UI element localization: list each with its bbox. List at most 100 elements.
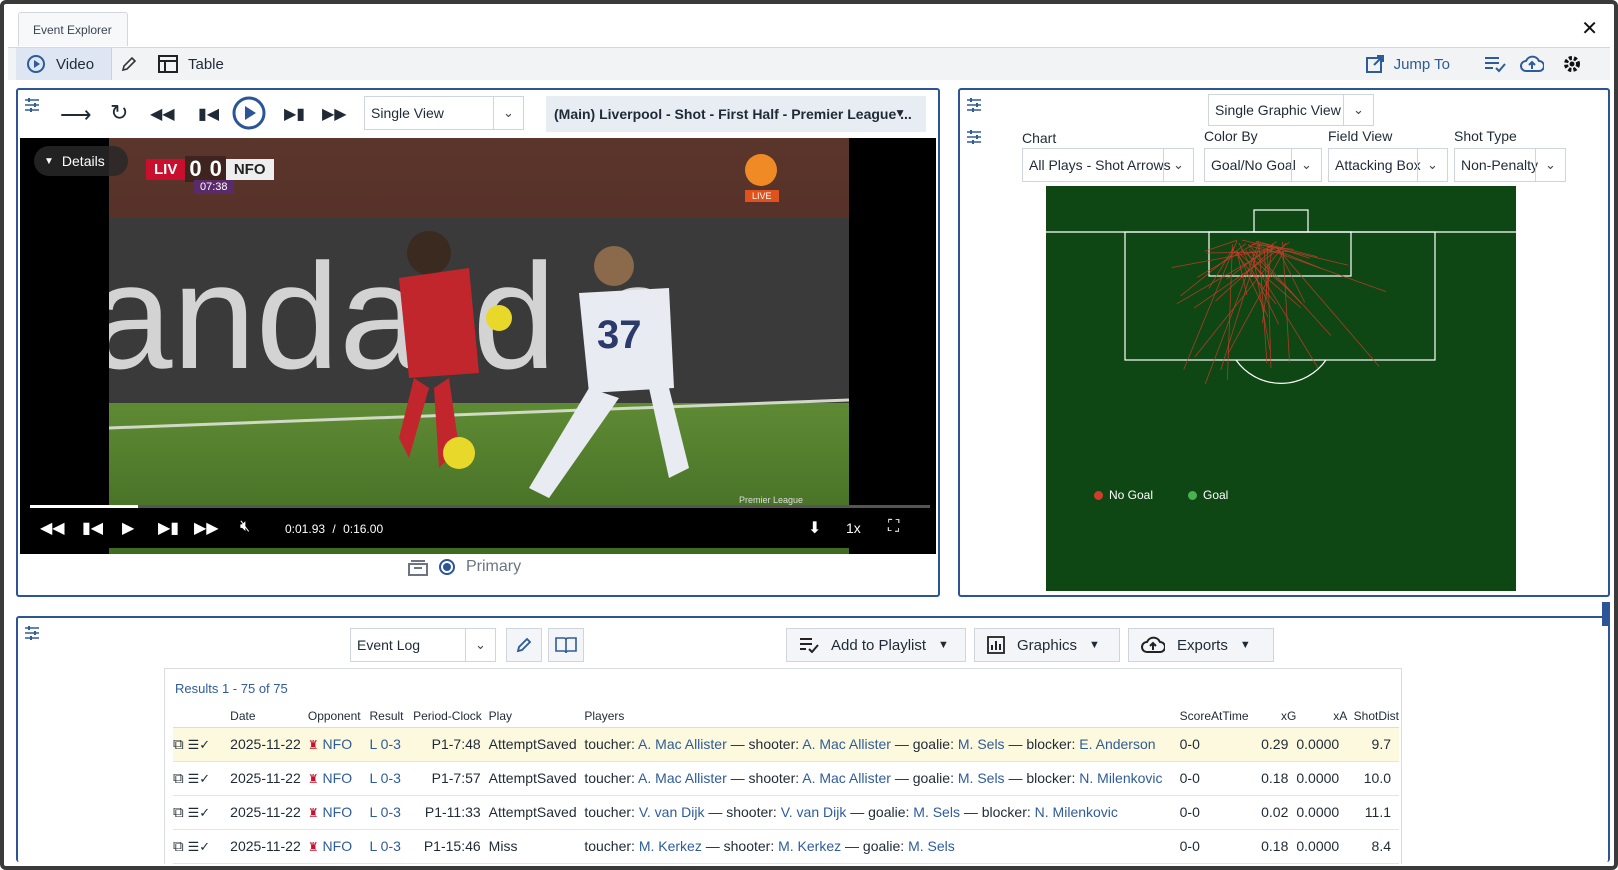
download-icon[interactable]: ⬇ (808, 518, 821, 538)
table-row[interactable]: ⧉ ☰✓ 2025-11-22 ♜ NFO L 0-3 P1-7:48 AttemptSa… (173, 727, 1399, 762)
player-link[interactable]: A. Mac Allister (802, 770, 891, 786)
field-view-select[interactable]: Attacking Box ⌄ (1328, 148, 1448, 182)
edit-button[interactable] (506, 628, 542, 662)
cell-opponent[interactable]: ♜ NFO (307, 795, 370, 830)
legend-no-goal: No Goal (1094, 488, 1153, 502)
play-button[interactable] (232, 96, 266, 133)
player-link[interactable]: A. Mac Allister (802, 736, 891, 752)
col-xa[interactable]: xA (1296, 705, 1348, 728)
fast-forward-icon[interactable]: ▶▶ (194, 518, 219, 538)
col-play[interactable]: Play (488, 705, 585, 728)
filter-sliders-icon[interactable] (24, 626, 40, 643)
player-link[interactable]: M. Kerkez (778, 838, 841, 854)
color-by-select[interactable]: Goal/No Goal ⌄ (1204, 148, 1322, 182)
opponent-link[interactable]: NFO (323, 770, 353, 786)
player-link[interactable]: E. Anderson (1079, 736, 1155, 752)
open-external-icon[interactable]: ⧉ (173, 736, 184, 753)
settings-gear-icon[interactable] (1562, 48, 1582, 80)
col-opponent[interactable]: Opponent (307, 705, 370, 728)
player-link[interactable]: V. van Dijk (781, 804, 847, 820)
window-tab[interactable]: Event Explorer (18, 12, 128, 46)
rewind-icon[interactable]: ◀◀ (40, 518, 65, 538)
table-row[interactable]: ⧉ ☰✓ 2025-11-22 ♜ NFO L 0-3 P1-7:57 AttemptSa… (173, 761, 1399, 796)
player-link[interactable]: M. Sels (958, 770, 1005, 786)
fast-forward-icon[interactable]: ▶▶ (322, 104, 347, 124)
add-to-playlist-button[interactable]: Add to Playlist ▼ (786, 628, 966, 662)
play-icon[interactable]: ▶ (122, 518, 134, 538)
table-tab[interactable]: Table (158, 48, 224, 80)
arrow-right-icon[interactable]: ⟶ (60, 102, 92, 128)
player-link[interactable]: M. Kerkez (639, 838, 702, 854)
player-link[interactable]: V. van Dijk (639, 804, 705, 820)
opponent-link[interactable]: NFO (323, 736, 353, 752)
player-link[interactable]: M. Sels (958, 736, 1005, 752)
opponent-link[interactable]: NFO (323, 804, 353, 820)
cell-result[interactable]: L 0-3 (369, 727, 414, 762)
player-link[interactable]: A. Mac Allister (638, 736, 727, 752)
cell-result[interactable]: L 0-3 (369, 761, 414, 796)
exports-button[interactable]: Exports ▼ (1128, 628, 1274, 662)
clip-title-select[interactable]: (Main) Liverpool - Shot - First Half - P… (546, 96, 926, 132)
cloud-upload-icon[interactable] (1520, 48, 1544, 80)
col-period-clock[interactable]: Period-Clock (413, 705, 489, 728)
details-toggle[interactable]: ▼ Details (34, 146, 128, 176)
next-icon[interactable]: ▶▮ (158, 518, 179, 538)
match-clock: 07:38 (194, 180, 234, 194)
close-icon[interactable]: ✕ (1581, 16, 1598, 41)
opponent-link[interactable]: NFO (323, 838, 353, 854)
playlist-check-icon[interactable]: ☰✓ (188, 771, 211, 786)
col-shot-dist[interactable]: ShotDist (1347, 705, 1399, 728)
book-button[interactable] (548, 628, 584, 662)
table-row[interactable]: ⧉ ☰✓ 2025-11-22 ♜ NFO L 0-3 P1-11:33 AttemptS… (173, 795, 1399, 830)
player-link[interactable]: M. Sels (913, 804, 960, 820)
player-link[interactable]: A. Mac Allister (638, 770, 727, 786)
col-players[interactable]: Players (584, 705, 1180, 728)
col-date[interactable]: Date (230, 705, 308, 728)
scrollbar[interactable] (1602, 602, 1610, 626)
mute-icon[interactable]: 🔇︎ (240, 518, 250, 536)
player-link[interactable]: N. Milenkovic (1035, 804, 1118, 820)
previous-icon[interactable]: ▮◀ (198, 104, 219, 124)
view-mode-select[interactable]: Single View ⌄ (364, 96, 524, 130)
graphic-view-select[interactable]: Single Graphic View ⌄ (1208, 94, 1374, 126)
graphics-button[interactable]: Graphics ▼ (974, 628, 1120, 662)
fullscreen-icon[interactable]: ⛶ (888, 518, 899, 536)
open-external-icon[interactable]: ⧉ (173, 804, 184, 821)
open-external-icon[interactable]: ⧉ (173, 770, 184, 787)
video-player[interactable]: andard c 37 Premier League LIVE ▼ Detail… (20, 138, 936, 554)
previous-icon[interactable]: ▮◀ (82, 518, 103, 538)
replay-icon[interactable]: ↻ (110, 100, 128, 126)
shot-type-select[interactable]: Non-Penalty ⌄ (1454, 148, 1566, 182)
player-link[interactable]: M. Sels (908, 838, 955, 854)
col-score-at-time[interactable]: ScoreAtTime (1179, 705, 1262, 728)
edit-icon[interactable] (114, 48, 144, 80)
cell-opponent[interactable]: ♜ NFO (307, 727, 370, 762)
playlist-check-icon[interactable]: ☰✓ (188, 839, 211, 854)
event-log-select[interactable]: Event Log ⌄ (350, 628, 496, 662)
cell-players: toucher: A. Mac Allister — shooter: A. M… (584, 727, 1180, 762)
open-external-icon[interactable]: ⧉ (173, 838, 184, 855)
col-result[interactable]: Result (369, 705, 414, 728)
playlist-check-icon[interactable]: ☰✓ (188, 737, 211, 752)
cell-opponent[interactable]: ♜ NFO (307, 829, 370, 864)
cell-result[interactable]: L 0-3 (369, 795, 414, 830)
shot-map[interactable]: No Goal Goal (1046, 186, 1516, 591)
filter-sliders-icon[interactable] (966, 98, 982, 115)
playback-speed[interactable]: 1x (846, 520, 861, 536)
radio-selected-icon[interactable] (438, 558, 456, 576)
filter-sliders-icon[interactable] (24, 98, 40, 116)
cell-result[interactable]: L 0-3 (369, 829, 414, 864)
video-tab[interactable]: Video (16, 48, 112, 80)
source-switch[interactable]: Primary (408, 558, 521, 576)
jump-to-button[interactable]: Jump To (1365, 48, 1450, 80)
chart-type-select[interactable]: All Plays - Shot Arrows ⌄ (1022, 148, 1194, 182)
cell-opponent[interactable]: ♜ NFO (307, 761, 370, 796)
player-link[interactable]: N. Milenkovic (1079, 770, 1162, 786)
filter-sliders-icon[interactable] (966, 130, 982, 147)
table-row[interactable]: ⧉ ☰✓ 2025-11-22 ♜ NFO L 0-3 P1-15:46 Miss touc… (173, 829, 1399, 864)
playlist-check-icon[interactable]: ☰✓ (188, 805, 211, 820)
playlist-icon[interactable] (1484, 48, 1506, 80)
rewind-icon[interactable]: ◀◀ (150, 104, 175, 124)
col-xg[interactable]: xG (1261, 705, 1297, 728)
next-icon[interactable]: ▶▮ (284, 104, 305, 124)
